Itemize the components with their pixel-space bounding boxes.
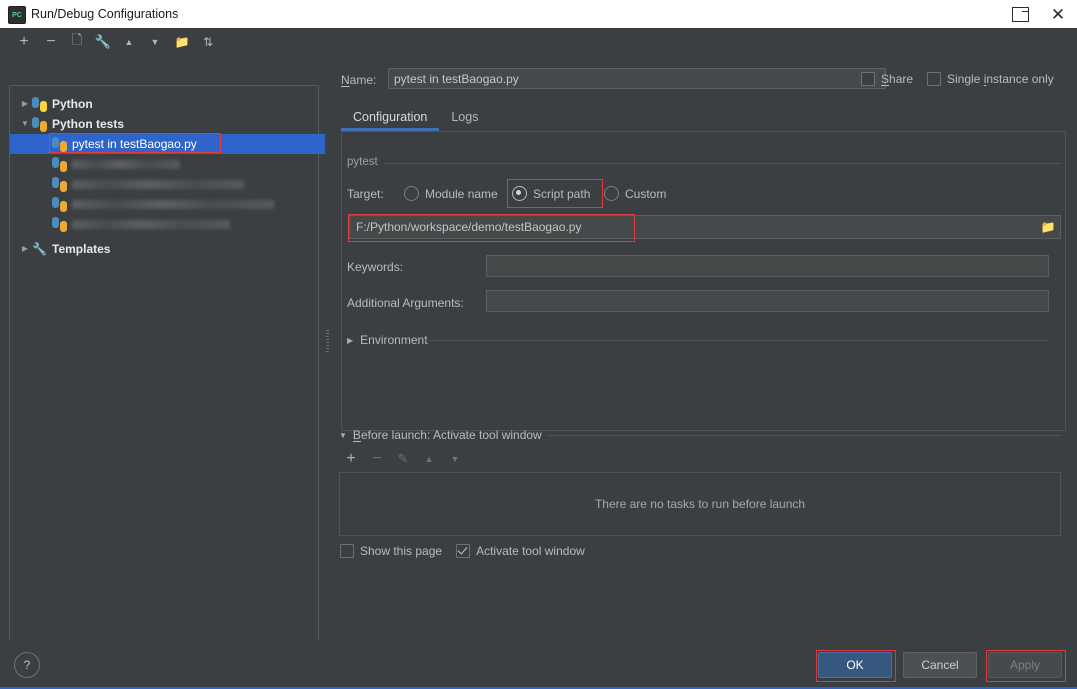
- window-title: Run/Debug Configurations: [31, 7, 179, 21]
- before-launch-title: Before launch: Activate tool window: [352, 428, 542, 442]
- show-this-page-label: Show this page: [360, 544, 443, 558]
- tree-node-label: Templates: [52, 242, 111, 256]
- chevron-down-icon[interactable]: ▼: [339, 431, 347, 440]
- environment-label: Environment: [360, 333, 428, 347]
- folder-browse-icon[interactable]: 📁: [1040, 220, 1056, 234]
- wrench-icon: 🔧: [32, 242, 47, 256]
- script-path-value: F:/Python/workspace/demo/testBaogao.py: [356, 220, 582, 234]
- python-tests-icon: [52, 176, 67, 192]
- tree-node-label: Python: [52, 97, 93, 111]
- configurations-panel: + − 🗋 🔧 ▲ ▼ 📁 ⇅ ▶ Python ▼ Python tests: [0, 28, 360, 664]
- target-option-script-path[interactable]: Script path: [512, 186, 590, 201]
- section-title-pytest: pytest: [347, 156, 383, 168]
- chevron-down-icon[interactable]: ▼: [18, 114, 32, 134]
- python-tests-icon: [52, 136, 67, 152]
- remove-configuration-button[interactable]: −: [41, 32, 61, 52]
- cancel-button[interactable]: Cancel: [903, 652, 977, 678]
- target-option-label: Module name: [425, 186, 498, 201]
- empty-tasks-message: There are no tasks to run before launch: [594, 497, 806, 511]
- remove-task-button: −: [372, 450, 382, 467]
- environment-section-header[interactable]: ▶ Environment: [347, 333, 428, 347]
- chevron-right-icon[interactable]: ▶: [347, 336, 353, 345]
- tab-configuration[interactable]: Configuration: [341, 103, 440, 131]
- redacted-label: [72, 219, 230, 229]
- splitter-grip[interactable]: [326, 330, 329, 352]
- run-debug-configurations-dialog: PC Run/Debug Configurations ✕ + − 🗋 🔧 ▲ …: [0, 0, 1077, 689]
- configurations-toolbar: + − 🗋 🔧 ▲ ▼ 📁 ⇅: [0, 28, 325, 56]
- python-tests-icon: [52, 196, 67, 212]
- single-instance-checkbox-row[interactable]: Single instance only: [927, 72, 1054, 86]
- tab-logs[interactable]: Logs: [439, 103, 490, 131]
- move-task-up-button: ▲: [424, 454, 434, 464]
- chevron-right-icon[interactable]: ▶: [18, 94, 32, 114]
- activate-tool-window-checkbox[interactable]: [456, 544, 471, 558]
- python-icon: [32, 96, 47, 112]
- move-down-button[interactable]: ▼: [145, 32, 165, 52]
- sort-configurations-button[interactable]: ⇅: [198, 32, 218, 52]
- new-folder-button[interactable]: 📁: [172, 32, 192, 52]
- redacted-label: [72, 159, 180, 169]
- apply-button[interactable]: Apply: [988, 652, 1062, 678]
- single-instance-label: Single instance only: [947, 72, 1054, 86]
- pycharm-icon: PC: [8, 6, 26, 24]
- name-label: Name:: [341, 73, 377, 87]
- additional-arguments-label: Additional Arguments:: [347, 296, 464, 310]
- configuration-group-box: [341, 131, 1066, 431]
- python-tests-icon: [52, 216, 67, 232]
- edit-templates-button[interactable]: 🔧: [93, 32, 113, 52]
- title-bar: PC Run/Debug Configurations ✕: [0, 0, 1077, 29]
- editor-tabs: Configuration Logs: [341, 103, 490, 131]
- chevron-right-icon[interactable]: ▶: [18, 239, 32, 259]
- keywords-input[interactable]: [486, 255, 1049, 277]
- help-button[interactable]: ?: [14, 652, 40, 678]
- redacted-label: [72, 179, 244, 189]
- name-input[interactable]: pytest in testBaogao.py: [388, 68, 886, 89]
- move-up-button[interactable]: ▲: [119, 32, 139, 52]
- tree-node-pytest-in-testbaogao[interactable]: pytest in testBaogao.py: [10, 134, 360, 154]
- radio-script-path[interactable]: [512, 186, 527, 201]
- activate-tool-window-label: Activate tool window: [476, 544, 585, 558]
- radio-custom[interactable]: [604, 186, 619, 201]
- tree-node-label: pytest in testBaogao.py: [72, 137, 197, 151]
- share-label: Share: [881, 72, 914, 86]
- tree-node-label: Python tests: [52, 117, 125, 131]
- python-tests-icon: [32, 116, 47, 132]
- dialog-footer: ? OK Cancel Apply: [0, 641, 1077, 689]
- tree-node-redacted-4[interactable]: [10, 214, 360, 234]
- show-this-page-checkbox[interactable]: [340, 544, 354, 558]
- python-tests-icon: [52, 156, 67, 172]
- additional-arguments-input[interactable]: [486, 290, 1049, 312]
- close-icon[interactable]: ✕: [1039, 0, 1077, 28]
- script-path-input[interactable]: F:/Python/workspace/demo/testBaogao.py 📁: [349, 215, 1061, 239]
- before-launch-tasks-list[interactable]: There are no tasks to run before launch: [339, 472, 1061, 536]
- move-task-down-button: ▼: [450, 454, 460, 464]
- copy-configuration-button[interactable]: 🗋: [67, 32, 87, 52]
- tree-node-redacted-2[interactable]: [10, 174, 360, 194]
- add-task-button[interactable]: +: [340, 448, 362, 470]
- edit-task-button: ✎: [397, 451, 409, 466]
- add-configuration-button[interactable]: +: [14, 32, 34, 52]
- target-label: Target:: [347, 187, 384, 201]
- tree-node-redacted-1[interactable]: [10, 154, 360, 174]
- configurations-tree[interactable]: ▶ Python ▼ Python tests pytest in testBa…: [9, 85, 360, 664]
- tree-node-python-tests[interactable]: ▼ Python tests: [10, 114, 326, 134]
- tree-node-templates[interactable]: ▶ 🔧 Templates: [10, 239, 326, 259]
- tree-node-redacted-3[interactable]: [10, 194, 360, 214]
- before-launch-toolbar: + − ✎ ▲ ▼: [340, 448, 640, 470]
- radio-module-name[interactable]: [404, 186, 419, 201]
- share-checkbox-row[interactable]: Share: [861, 72, 913, 86]
- target-option-label: Script path: [533, 186, 591, 201]
- before-launch-options: Show this page Activate tool window: [340, 544, 585, 558]
- tree-node-python[interactable]: ▶ Python: [10, 94, 326, 114]
- target-option-label: Custom: [625, 186, 667, 201]
- target-option-custom[interactable]: Custom: [604, 186, 666, 201]
- share-checkbox[interactable]: [861, 72, 875, 86]
- before-launch-header[interactable]: ▼ Before launch: Activate tool window: [339, 428, 542, 442]
- target-option-module-name[interactable]: Module name: [404, 186, 498, 201]
- ok-button[interactable]: OK: [818, 652, 892, 678]
- keywords-label: Keywords:: [347, 260, 404, 274]
- restore-window-icon[interactable]: [1001, 0, 1039, 28]
- redacted-label: [72, 199, 274, 209]
- single-instance-checkbox[interactable]: [927, 72, 941, 86]
